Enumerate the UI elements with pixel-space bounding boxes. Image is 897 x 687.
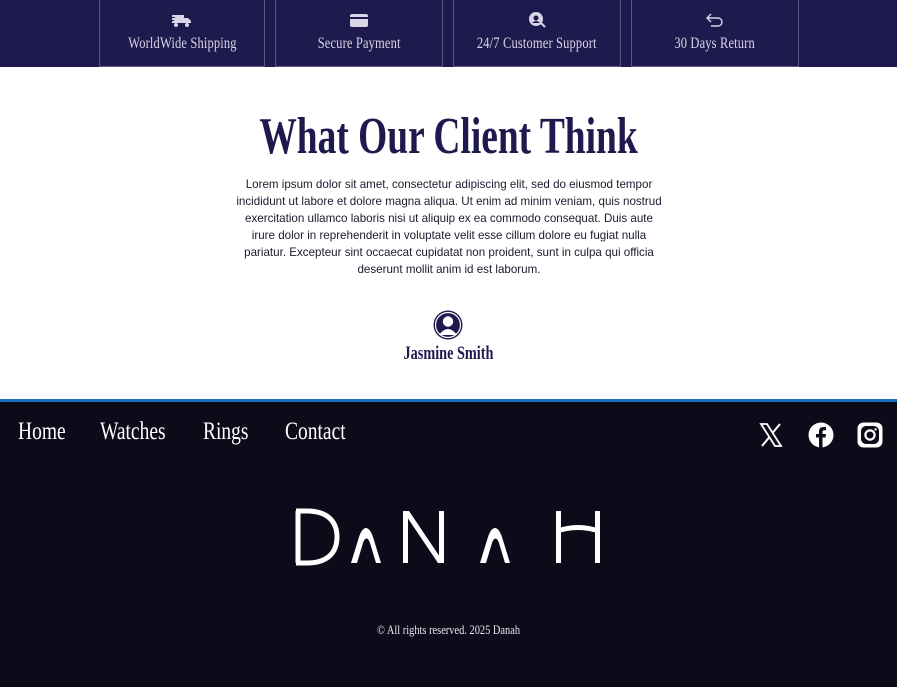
nav-link-contact[interactable]: Contact: [285, 418, 346, 446]
feature-label: Secure Payment: [317, 35, 401, 52]
return-arrow-icon: [704, 11, 726, 29]
testimonial-author: Jasmine Smith: [403, 343, 494, 364]
facebook-icon[interactable]: [808, 422, 834, 448]
user-avatar-icon: [433, 310, 463, 340]
copyright-text: © All rights reserved. 2025 Danah: [376, 622, 521, 637]
testimonial-title: What Our Client Think: [259, 108, 638, 165]
x-twitter-icon[interactable]: [758, 422, 784, 448]
feature-label: 30 Days Return: [674, 35, 756, 52]
site-footer: Home Watches Rings Contact © All rights …: [0, 399, 897, 687]
testimonial-section: What Our Client Think Lorem ipsum dolor …: [0, 67, 897, 399]
features-bar: WorldWide Shipping Secure Payment 24/7 C…: [0, 0, 897, 67]
feature-label: WorldWide Shipping: [127, 35, 237, 52]
feature-shipping: WorldWide Shipping: [99, 0, 265, 67]
feature-payment: Secure Payment: [275, 0, 443, 67]
testimonial-text: Lorem ipsum dolor sit amet, consectetur …: [236, 178, 662, 276]
instagram-icon[interactable]: [857, 422, 883, 448]
support-headset-icon: [526, 11, 548, 29]
nav-link-watches[interactable]: Watches: [100, 418, 166, 446]
nav-link-home[interactable]: Home: [18, 418, 66, 446]
nav-link-rings[interactable]: Rings: [203, 418, 249, 446]
feature-support: 24/7 Customer Support: [453, 0, 621, 67]
danah-logo[interactable]: [293, 507, 605, 567]
credit-card-icon: [348, 11, 370, 29]
truck-icon: [171, 11, 193, 29]
feature-return: 30 Days Return: [631, 0, 799, 67]
feature-label: 24/7 Customer Support: [477, 35, 597, 52]
